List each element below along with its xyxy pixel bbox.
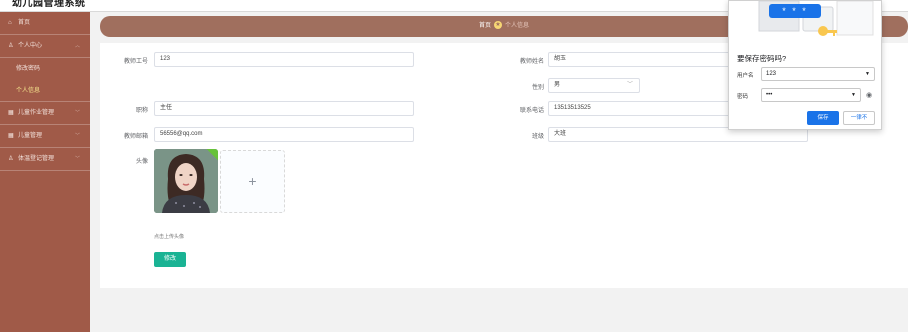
sidebar-item-home[interactable]: ⌂ 首页 <box>0 12 90 35</box>
dialog-title: 要保存密码吗? <box>737 54 787 63</box>
submit-modify-button[interactable]: 修改 <box>154 252 186 267</box>
username-select[interactable]: 123 ▼ <box>761 67 875 81</box>
masked-password-preview: * * * <box>769 4 821 18</box>
title-label: 职称 <box>135 108 148 114</box>
chevron-down-icon: ﹀ <box>74 156 80 162</box>
sidebar-item-personal-center[interactable]: ♙ 个人中心 ︿ <box>0 35 90 58</box>
teacher-name-label: 教师姓名 <box>519 59 544 65</box>
gender-select[interactable]: 男 ﹀ <box>548 78 640 93</box>
avatar-image[interactable] <box>154 149 218 213</box>
sidebar: ⌂ 首页 ♙ 个人中心 ︿ 修改密码 个人信息 ▦ 儿童作业管理 ﹀ ▦ 儿童管理 ﹀ … <box>0 12 90 332</box>
password-select[interactable]: ••• ▼ <box>761 88 861 102</box>
username-value: 123 <box>766 71 777 77</box>
grid-icon: ▦ <box>8 133 14 139</box>
dropdown-arrow-icon: ▼ <box>851 92 856 98</box>
chevron-down-icon: ﹀ <box>74 110 80 116</box>
chevron-down-icon: ﹀ <box>74 133 80 139</box>
class-label: 班级 <box>531 134 544 140</box>
sidebar-item-label: 首页 <box>18 20 31 26</box>
sidebar-item-label: 儿童作业管理 <box>18 110 55 116</box>
avatar-label: 头像 <box>135 159 148 165</box>
app-title: 幼儿园管理系统 <box>12 0 86 9</box>
user-icon: ♙ <box>8 156 14 162</box>
sidebar-subitem-change-password[interactable]: 修改密码 <box>0 58 90 80</box>
email-label: 教师邮箱 <box>123 134 148 140</box>
avatar-portrait <box>154 149 218 213</box>
dropdown-arrow-icon: ▼ <box>865 71 870 77</box>
grid-icon: ▦ <box>8 110 14 116</box>
eye-icon[interactable]: ◉ <box>866 91 872 99</box>
password-value: ••• <box>766 92 773 98</box>
save-password-dialog: * * * 要保存密码吗? 用户名 123 ▼ 密码 ••• ▼ ◉ 保存 一律… <box>728 0 882 130</box>
sidebar-item-children-work[interactable]: ▦ 儿童作业管理 ﹀ <box>0 102 90 125</box>
password-illustration: * * * <box>729 1 883 45</box>
save-password-button[interactable]: 保存 <box>807 111 839 125</box>
user-icon: ♙ <box>8 43 14 49</box>
upload-tip: 点击上传头像 <box>154 234 185 240</box>
breadcrumb-home[interactable]: 首页 <box>479 23 491 29</box>
chevron-up-icon: ︿ <box>74 43 80 49</box>
password-label: 密码 <box>737 94 749 100</box>
email-field[interactable]: 56556@qq.com <box>154 127 414 142</box>
teacher-id-field[interactable]: 123 <box>154 52 414 67</box>
sidebar-item-label: 体温登记管理 <box>18 156 55 162</box>
gender-value: 男 <box>554 82 561 88</box>
sidebar-subitem-personal-info[interactable]: 个人信息 <box>0 80 90 102</box>
star-icon: ★ <box>494 21 502 30</box>
sidebar-item-label: 个人中心 <box>18 43 43 49</box>
chevron-down-icon: ﹀ <box>626 82 633 88</box>
phone-label: 联系电话 <box>519 108 544 114</box>
home-icon: ⌂ <box>8 20 12 26</box>
sidebar-item-children-manage[interactable]: ▦ 儿童管理 ﹀ <box>0 125 90 148</box>
never-save-button[interactable]: 一律不 <box>843 111 875 125</box>
title-field[interactable]: 主任 <box>154 101 414 116</box>
teacher-id-label: 教师工号 <box>123 59 148 65</box>
gender-label: 性别 <box>531 85 544 91</box>
username-label: 用户名 <box>737 73 754 79</box>
sidebar-item-health-register[interactable]: ♙ 体温登记管理 ﹀ <box>0 148 90 171</box>
sidebar-item-label: 儿童管理 <box>18 133 43 139</box>
breadcrumb-current: 个人信息 <box>505 23 530 29</box>
avatar-upload-button[interactable]: + <box>220 150 285 213</box>
